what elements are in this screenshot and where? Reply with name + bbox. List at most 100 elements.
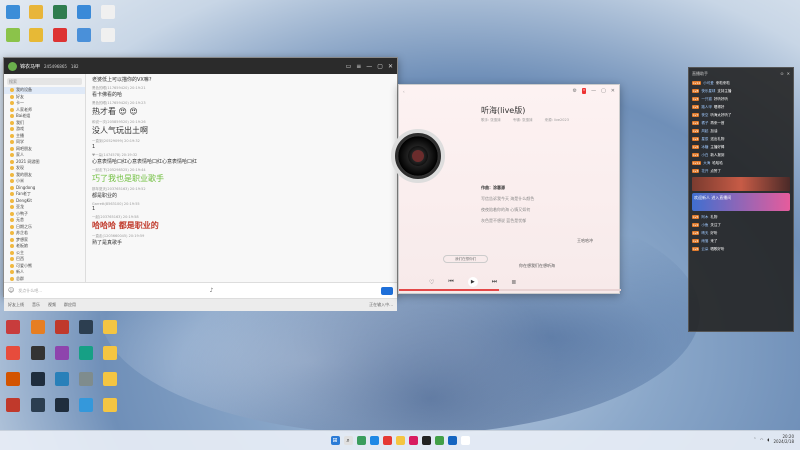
danmaku-nick[interactable]: 晴天 [701,231,708,236]
danmaku-nick[interactable]: 星辰 [701,137,708,142]
avatar[interactable] [8,61,17,71]
desktop-icon-14[interactable] [76,320,96,334]
desktop-folder-4[interactable] [100,398,120,412]
desktop-icon-20[interactable] [28,372,48,386]
desktop-icon-5[interactable] [98,5,118,19]
wifi-icon[interactable]: ◠ [760,437,764,442]
song-singer[interactable]: 歌手: 张惠妹 [481,118,501,123]
settings-icon[interactable]: ⚙ [573,88,577,94]
desktop-folder-1[interactable] [100,320,120,334]
desktop-icon-8[interactable] [50,28,70,42]
desktop-icon-26[interactable] [76,398,96,412]
progress-bar[interactable] [399,289,621,291]
bottom-item-apps[interactable]: 群应用 [64,302,76,308]
desktop-icon-2[interactable] [26,5,46,19]
comment-button[interactable]: 我们在想你们 [443,255,488,263]
danmaku-nick[interactable]: 路人甲 [701,105,712,110]
music-player-window[interactable]: ‹ ⚙ V — ▢ ✕ 听海(live版) 歌手: 张惠妹 专辑: 张惠妹 来源… [391,84,621,294]
desktop-icon-18[interactable] [76,346,96,360]
app-icon[interactable] [382,436,392,445]
qq-icon[interactable] [447,436,457,445]
danmaku-nick[interactable]: 快乐星球 [701,89,715,94]
danmaku-nick[interactable]: 阿木 [701,215,708,220]
desktop-icon-11[interactable] [3,320,23,334]
danmaku-nick[interactable]: 花开 [701,169,708,174]
desktop-icon-12[interactable] [28,320,48,334]
desktop-icon-16[interactable] [28,346,48,360]
menu-icon[interactable]: ≡ [356,63,361,70]
mic-icon[interactable]: ♪ [210,287,214,294]
desktop-icon-24[interactable] [28,398,48,412]
desktop-icon-1[interactable] [3,5,23,19]
danmaku-nick[interactable]: 小鱼 [701,223,708,228]
desktop-icon-3[interactable] [50,5,70,19]
playlist-icon[interactable]: ≣ [511,279,516,286]
danmaku-nick[interactable]: 冰糖 [701,145,708,150]
danmaku-nick[interactable]: 夜空 [701,113,708,118]
minimize-icon[interactable]: — [366,63,372,70]
desktop-icon-21[interactable] [52,372,72,386]
danmaku-nick[interactable]: 大海 [703,161,710,166]
desktop-icon-7[interactable] [26,28,46,42]
contact-search-input[interactable]: 搜索 [7,78,82,85]
music-app-icon[interactable] [408,436,418,445]
qq-chat-window[interactable]: 锦衣马甲 245496865 182 ▭ ≡ — ▢ ✕ 搜索 我的设备 好友 卡一… [3,57,398,311]
danmaku-nick[interactable]: 一只猫 [701,97,712,102]
desktop-icon-6[interactable] [3,28,23,42]
send-button[interactable] [381,286,393,295]
desktop-folder-3[interactable] [100,372,120,386]
wechat-icon[interactable] [434,436,444,445]
danmaku-nick[interactable]: 雨落 [701,239,708,244]
app-icon[interactable] [421,436,431,445]
pin-icon[interactable]: ⊙ [780,71,783,76]
live-panel-header[interactable]: 直播助手 ⊙ ✕ [689,68,793,79]
song-source[interactable]: 来源: live2023 [545,118,569,123]
danmaku-nick[interactable]: 小可爱 [703,81,714,86]
desktop-icon-4[interactable] [74,5,94,19]
prev-icon[interactable]: ⏮ [448,278,453,286]
danmaku-nick[interactable]: 小白 [701,153,708,158]
desktop-icon-10[interactable] [98,28,118,42]
danmaku-nick[interactable]: 云朵 [701,247,708,252]
desktop-icon-9[interactable] [74,28,94,42]
desktop-icon-17[interactable] [52,346,72,360]
back-icon[interactable]: ‹ [403,89,405,94]
desktop-icon-22[interactable] [76,372,96,386]
clock[interactable]: 20:20 2024/2/18 [773,434,794,444]
desktop-icon-25[interactable] [52,398,72,412]
message-input[interactable]: 发点什么吧... [18,288,42,294]
minimize-icon[interactable]: — [591,88,596,94]
bottom-item-music[interactable]: 音乐 [32,302,40,308]
music-titlebar[interactable]: ‹ ⚙ V — ▢ ✕ [399,85,619,97]
bottom-item-video[interactable]: 视频 [48,302,56,308]
song-album[interactable]: 专辑: 张惠妹 [513,118,533,123]
maximize-icon[interactable]: ▢ [377,63,383,70]
folder-icon[interactable] [395,436,405,445]
search-icon[interactable]: ⌕ [343,436,353,445]
file-icon[interactable] [460,436,470,445]
desktop-icon-23[interactable] [3,398,23,412]
qq-titlebar[interactable]: 锦衣马甲 245496865 182 ▭ ≡ — ▢ ✕ [4,58,397,74]
danmaku-nick[interactable]: 橘子 [701,121,708,126]
video-icon[interactable]: ▭ [346,63,352,70]
desktop-icon-19[interactable] [3,372,23,386]
start-icon[interactable]: ⊞ [330,436,340,445]
bottom-item-friends[interactable]: 好友上线 [8,302,24,308]
live-danmaku-panel[interactable]: 直播助手 ⊙ ✕ Lv12 小可爱 来啦来啦 Lv8 快乐星球 支持主播 Lv3 一只猫 好听好… [688,67,794,332]
desktop-icon-13[interactable] [52,320,72,334]
edge-icon[interactable] [369,436,379,445]
danmaku-nick[interactable]: 风起 [701,129,708,134]
emoji-icon[interactable]: ☺ [8,287,14,294]
desktop-icon-15[interactable] [3,346,23,360]
chevron-up-icon[interactable]: ˄ [754,437,756,442]
like-icon[interactable]: ♡ [429,279,434,286]
maximize-icon[interactable]: ▢ [601,88,606,94]
user-chip[interactable]: 王哈哈冲 [577,238,593,244]
desktop-folder-2[interactable] [100,346,120,360]
app-icon[interactable] [356,436,366,445]
contact-item[interactable]: 总群 [4,276,85,283]
volume-icon[interactable]: ◖ [767,437,769,442]
play-button[interactable]: ▶ [467,277,478,287]
next-icon[interactable]: ⏭ [492,278,497,286]
close-icon[interactable]: ✕ [388,63,393,70]
